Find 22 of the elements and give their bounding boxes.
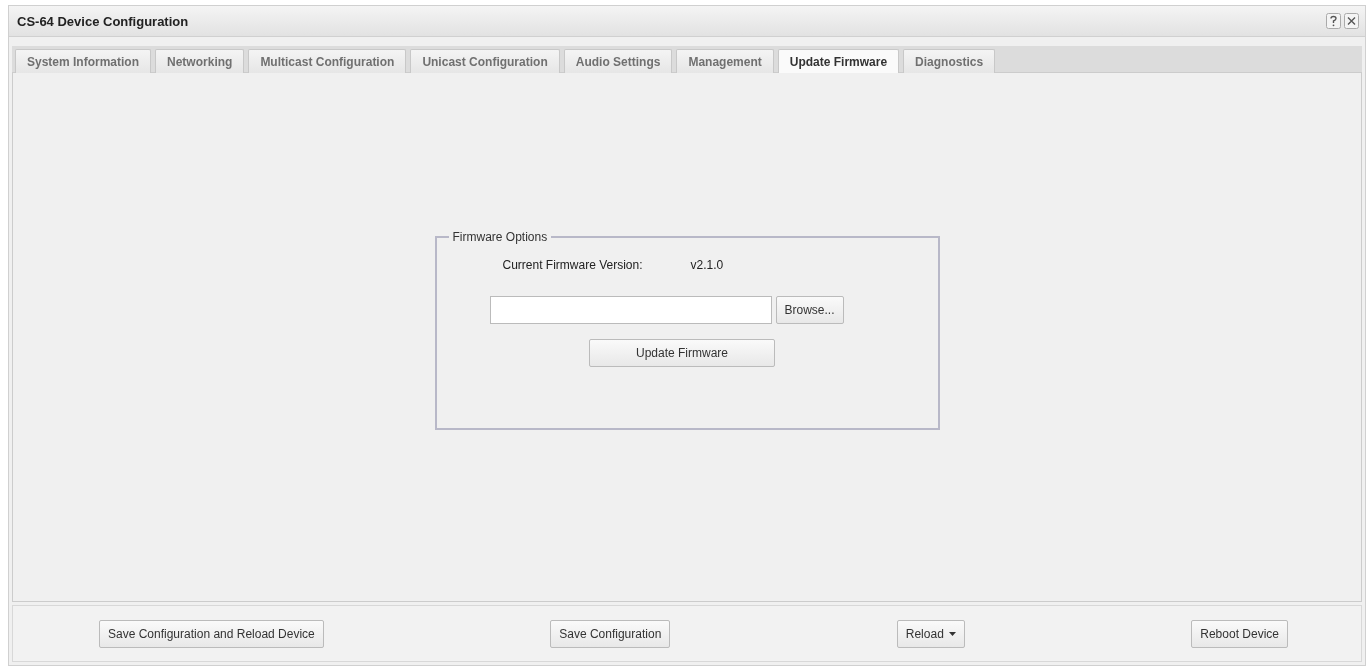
tab[interactable]: System Information	[15, 49, 152, 73]
footer-button[interactable]: Reboot Device	[1191, 619, 1288, 648]
update-firmware-button[interactable]: Update Firmware	[589, 339, 775, 367]
tab[interactable]: Multicast Configuration	[248, 49, 407, 73]
tab[interactable]: Networking	[155, 49, 245, 73]
tab[interactable]: Update Firmware	[777, 49, 900, 73]
version-value: v2.1.0	[690, 258, 724, 272]
footer-button[interactable]: Save Configuration	[550, 619, 671, 648]
tab[interactable]: Unicast Configuration	[410, 49, 560, 73]
tab[interactable]: Management	[676, 49, 774, 73]
help-icon[interactable]	[1326, 13, 1341, 29]
file-field[interactable]	[489, 296, 772, 324]
close-icon[interactable]	[1344, 13, 1359, 29]
version-label: Current Firmware Version:	[502, 258, 643, 272]
browse-button[interactable]: Browse...	[775, 296, 844, 324]
tab[interactable]: Audio Settings	[563, 49, 673, 73]
footer-button[interactable]: Reload	[896, 619, 965, 648]
group-legend: Firmware Options	[448, 230, 552, 244]
caret-icon	[948, 631, 956, 636]
window-title: CS-64 Device Configuration	[17, 13, 189, 29]
tab[interactable]: Diagnostics	[903, 49, 996, 73]
footer-button[interactable]: Save Configuration and Reload Device	[99, 619, 324, 648]
